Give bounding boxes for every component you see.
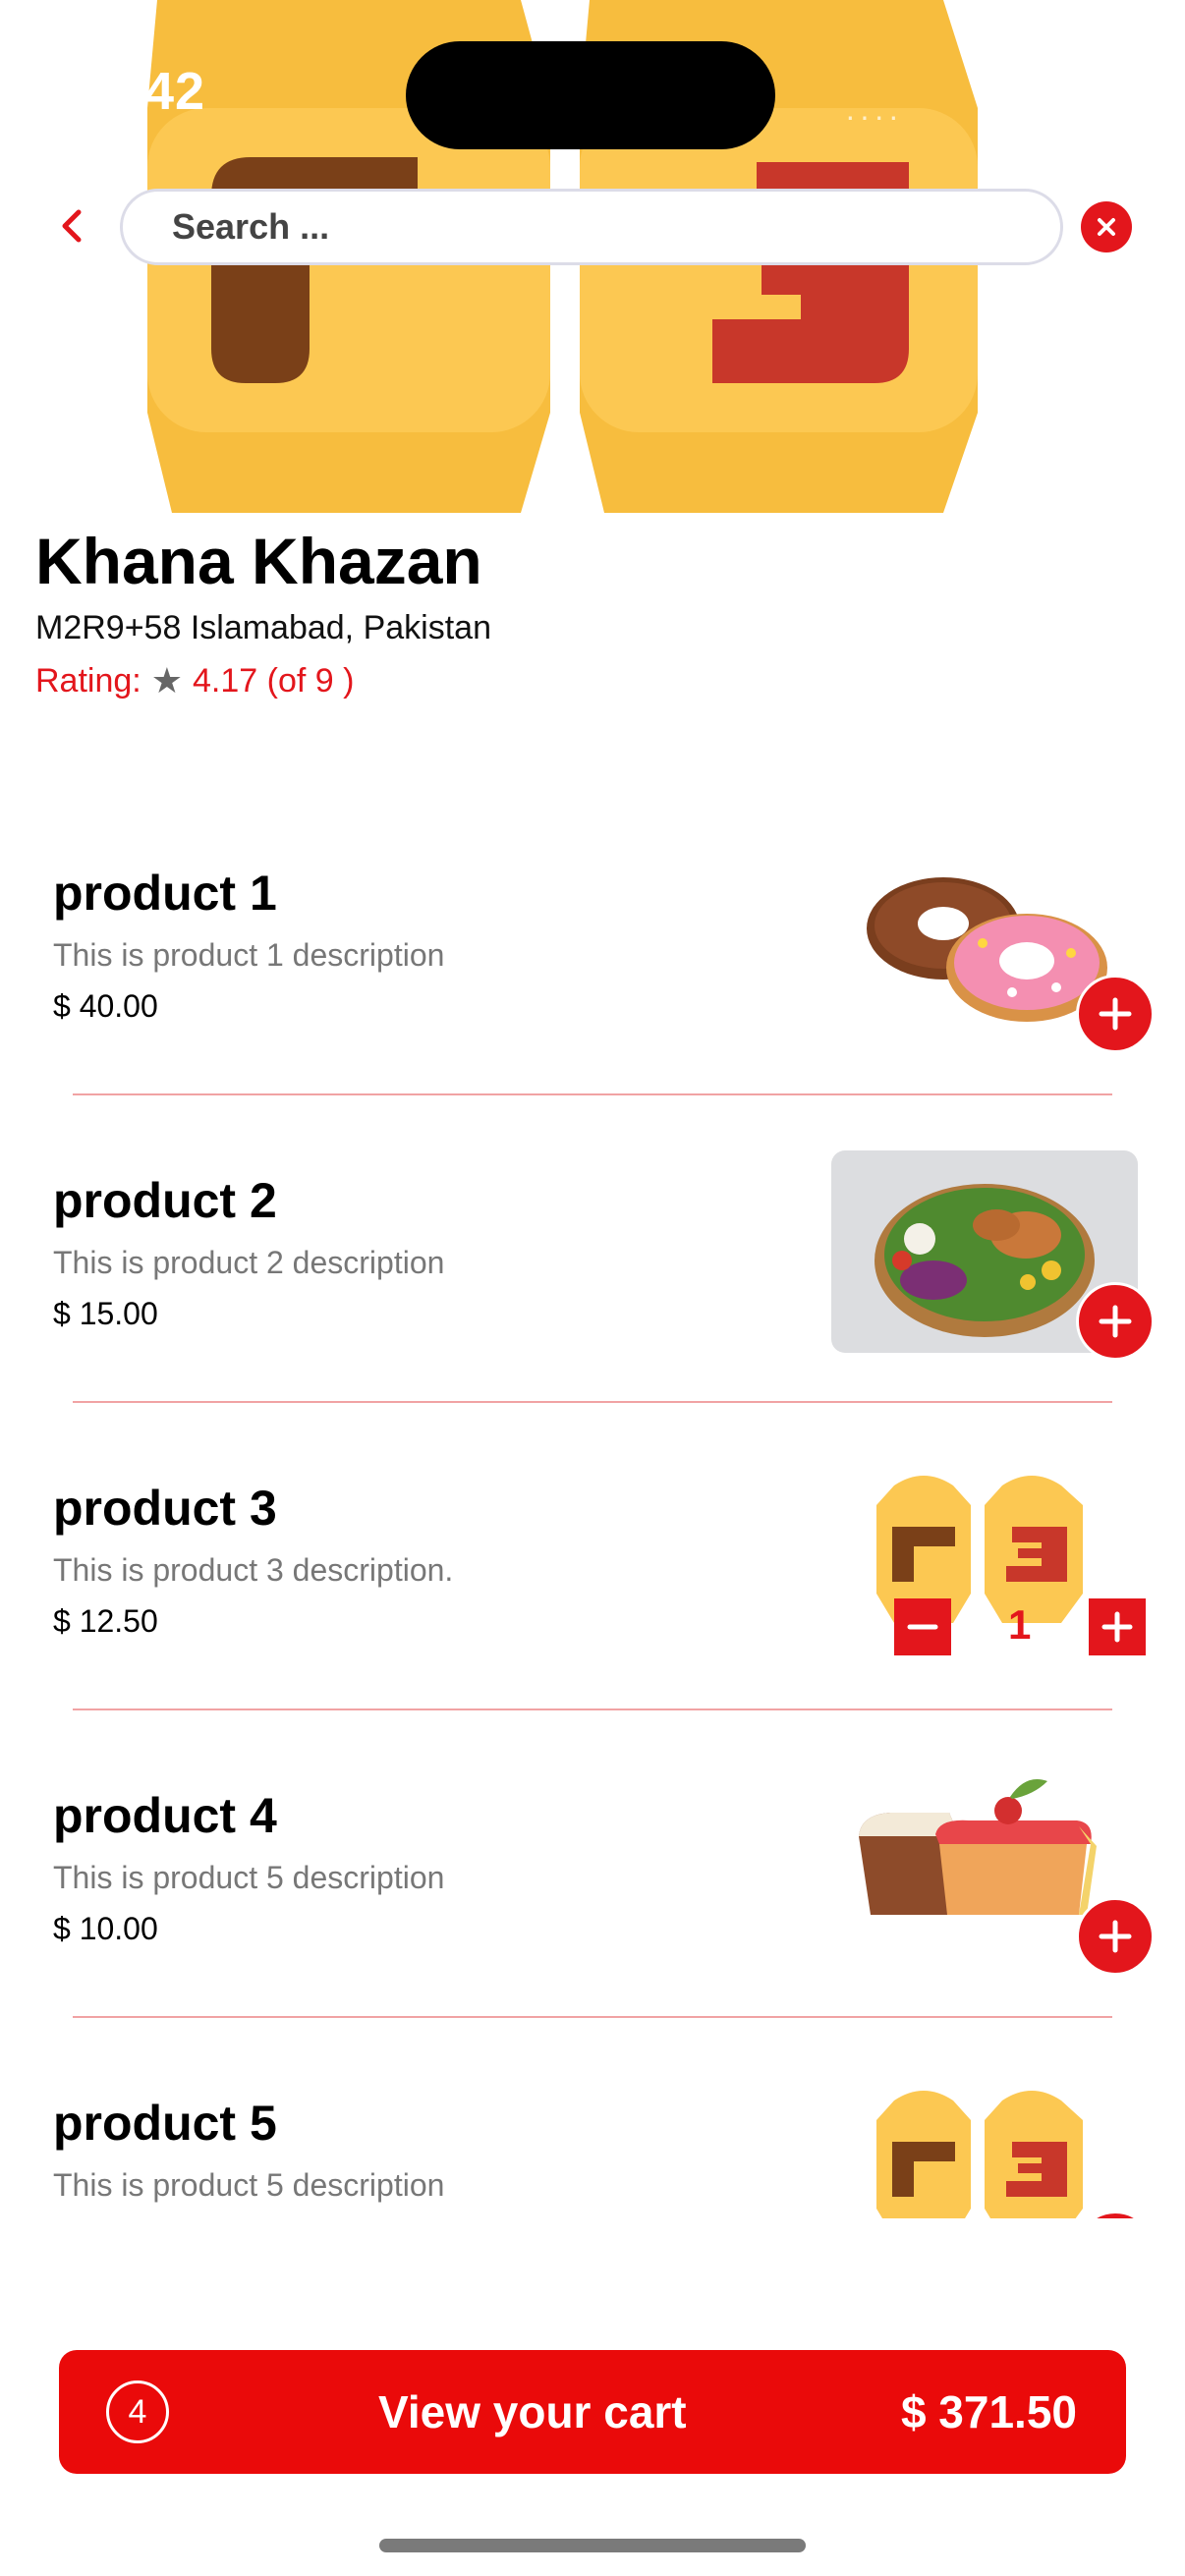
back-button[interactable] [47, 196, 96, 255]
plus-icon [1099, 1305, 1132, 1338]
minus-icon [907, 1624, 938, 1630]
chevron-left-icon [62, 209, 82, 243]
product-list[interactable]: product 1 This is product 1 description … [0, 806, 1185, 2218]
croissant-logo-image [876, 2091, 1083, 2218]
product-description: This is product 5 description [53, 1860, 445, 1895]
search-input[interactable] [123, 192, 1060, 262]
product-price: $ 15.00 [53, 1296, 158, 1331]
product-description: This is product 1 description [53, 937, 445, 973]
product-item[interactable]: product 2 This is product 2 description … [0, 1113, 1185, 1421]
view-cart-button[interactable]: 4 View your cart $ 371.50 [59, 2350, 1126, 2474]
product-item[interactable]: product 3 This is product 3 description.… [0, 1421, 1185, 1728]
plus-icon [1099, 1920, 1132, 1953]
quantity-value: 1 [1008, 1601, 1032, 1648]
restaurant-name: Khana Khazan [35, 525, 482, 597]
product-item[interactable]: product 1 This is product 1 description … [0, 806, 1185, 1113]
add-to-cart-button[interactable] [1076, 1282, 1155, 1361]
home-indicator[interactable] [379, 2539, 806, 2552]
product-name: product 2 [53, 1173, 277, 1228]
cart-total: $ 371.50 [900, 2386, 1077, 2437]
product-name: product 1 [53, 866, 277, 921]
product-item[interactable]: product 5 This is product 5 description [0, 2036, 1185, 2218]
product-item[interactable]: product 4 This is product 5 description … [0, 1728, 1185, 2036]
plus-icon [1099, 997, 1132, 1031]
donuts-image [867, 877, 1107, 1022]
search-field[interactable] [120, 189, 1063, 265]
rating-value: 4.17 (of 9 ) [193, 661, 355, 700]
product-name: product 5 [53, 2096, 277, 2151]
product-description: This is product 5 description [53, 2167, 445, 2203]
status-signal-icon: ···· [845, 98, 903, 134]
close-icon [1098, 218, 1115, 236]
cart-label: View your cart [378, 2386, 687, 2437]
increase-quantity-button[interactable] [1089, 1598, 1146, 1655]
cart-count-badge: 4 [106, 2380, 169, 2443]
product-divider [73, 2016, 1112, 2018]
product-name: product 4 [53, 1788, 277, 1843]
star-icon: ★ [150, 660, 184, 700]
add-to-cart-button[interactable] [1076, 975, 1155, 1053]
product-description: This is product 3 description. [53, 1552, 454, 1588]
plus-icon [1101, 1611, 1133, 1643]
add-to-cart-button[interactable] [1076, 1897, 1155, 1976]
restaurant-address: M2R9+58 Islamabad, Pakistan [35, 609, 491, 646]
product-divider [73, 1401, 1112, 1403]
product-divider [73, 1093, 1112, 1095]
clear-search-button[interactable] [1081, 201, 1132, 252]
status-time: :42 [126, 62, 206, 121]
product-description: This is product 2 description [53, 1245, 445, 1280]
product-price: $ 12.50 [53, 1603, 158, 1639]
product-price: $ 40.00 [53, 988, 158, 1024]
cake-slices-image [859, 1779, 1097, 1915]
product-name: product 3 [53, 1481, 277, 1536]
product-price: $ 10.00 [53, 1911, 158, 1946]
restaurant-rating: Rating: ★ 4.17 (of 9 ) [35, 660, 354, 701]
product-divider [73, 1708, 1112, 1710]
decrease-quantity-button[interactable] [894, 1598, 951, 1655]
rating-label: Rating: [35, 661, 141, 700]
dynamic-island [406, 41, 775, 149]
